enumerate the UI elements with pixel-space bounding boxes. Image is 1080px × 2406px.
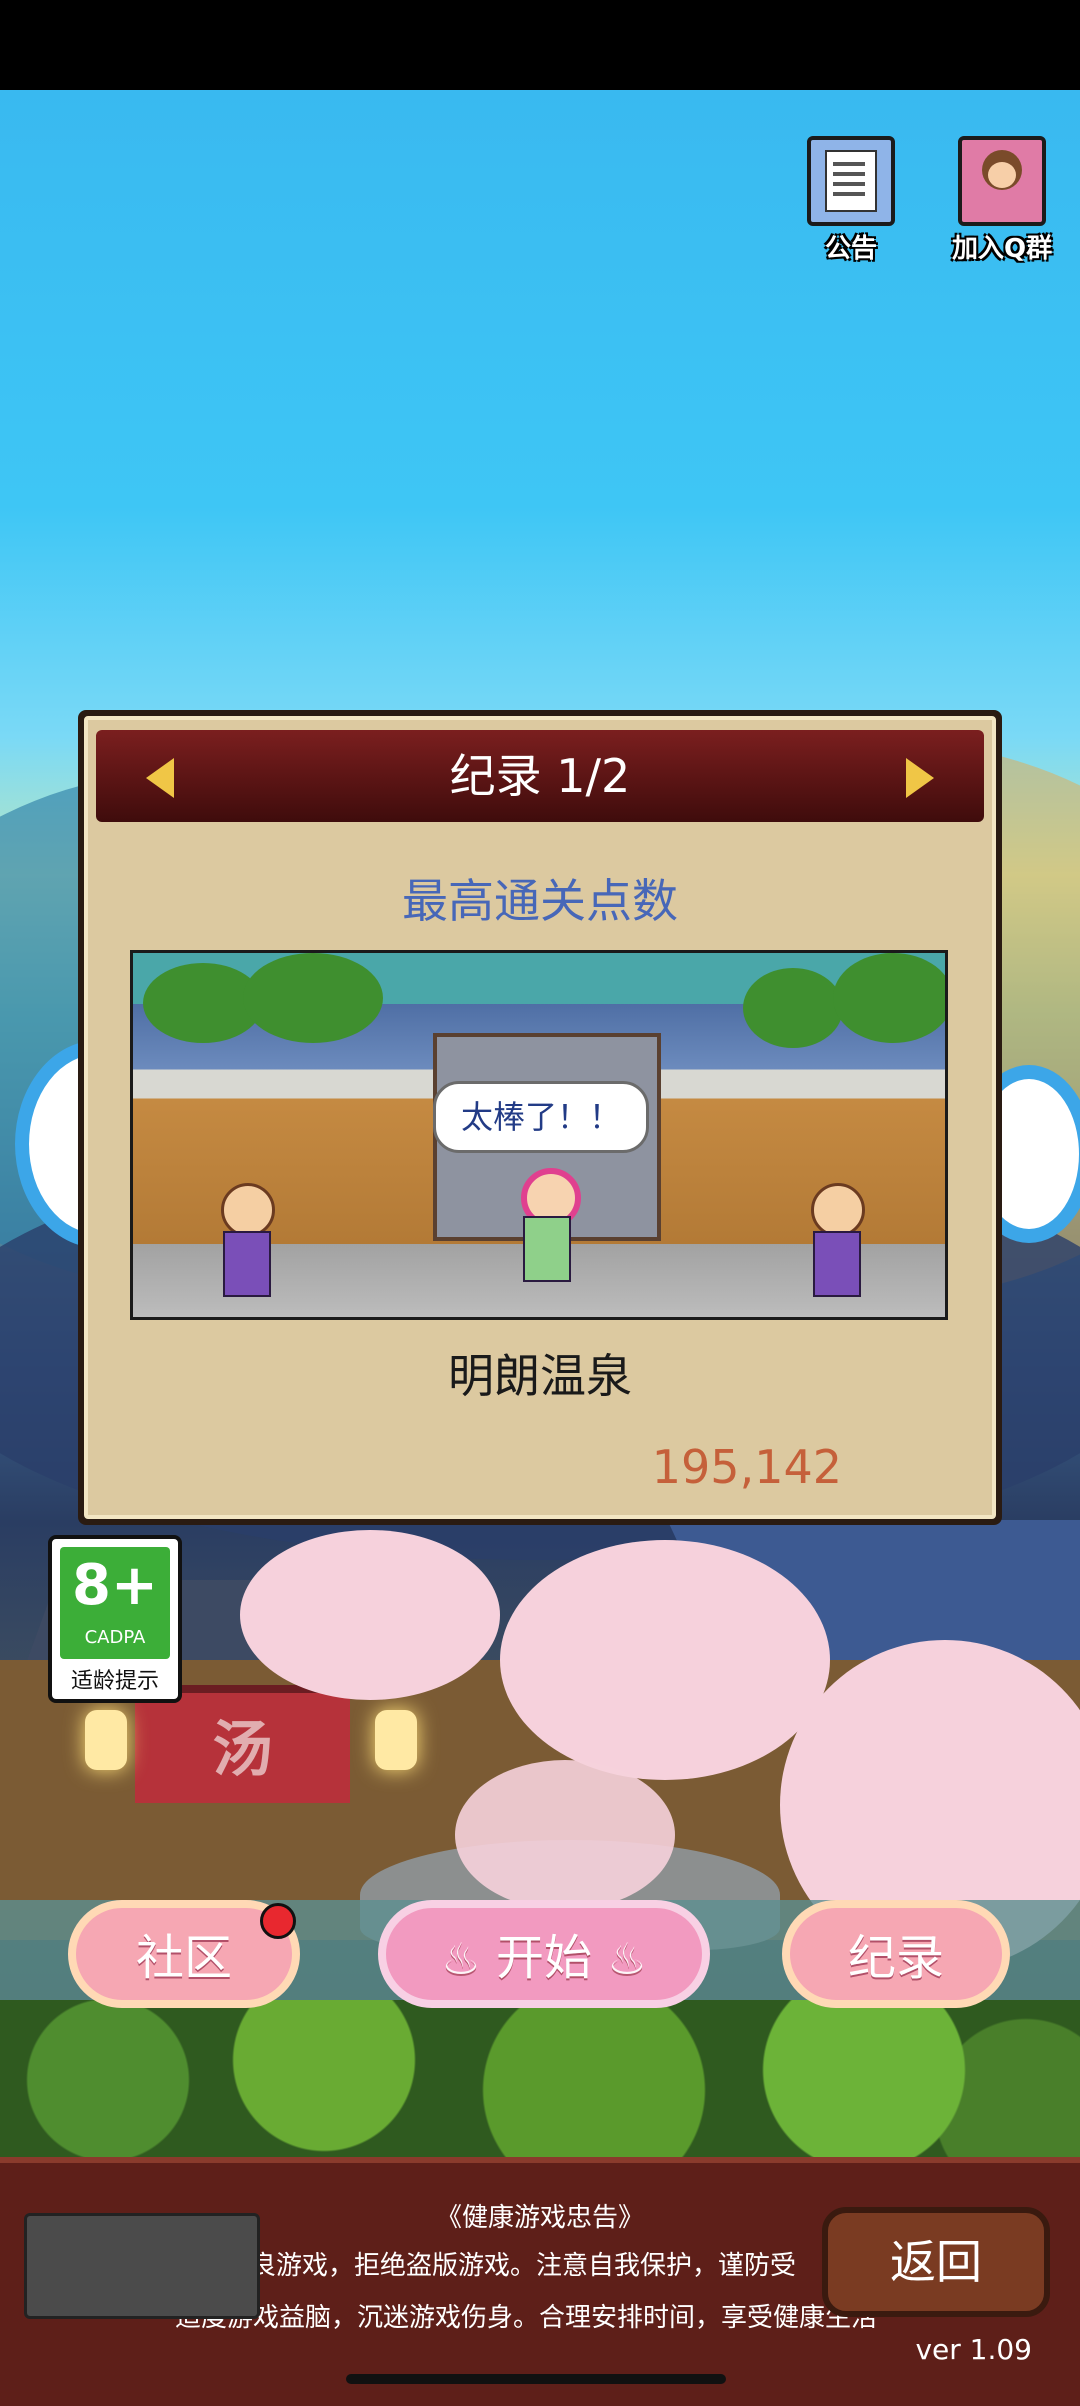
record-button[interactable]: 纪录 (782, 1900, 1010, 2008)
lantern (85, 1710, 127, 1770)
pine-tree (243, 953, 383, 1043)
cherry-blossom (500, 1540, 830, 1780)
start-button-label: 开始 (495, 1930, 592, 1986)
attendant-character (215, 1183, 275, 1303)
back-button[interactable]: 返回 (822, 2207, 1050, 2317)
record-dialog-header: 纪录 1/2 (96, 730, 984, 822)
community-button-label: 社区 (135, 1930, 232, 1986)
qq-group-button[interactable]: 加入Q群 (952, 136, 1052, 265)
notice-icon (807, 136, 895, 226)
steam-icon: ♨ (441, 1934, 481, 1985)
qq-group-label: 加入Q群 (952, 234, 1053, 264)
health-notice-panel: 《健康游戏忠告》 良游戏，拒绝盗版游戏。注意自我保护，谨防受 适度游戏益脑，沉迷… (0, 2157, 1080, 2406)
status-bar (0, 0, 1080, 90)
cherry-blossom (240, 1530, 500, 1700)
cherry-blossom (455, 1760, 675, 1910)
bunny-girl-character (515, 1168, 581, 1288)
lantern (375, 1710, 417, 1770)
notice-label: 公告 (824, 234, 877, 264)
noren-text: 汤 (212, 1715, 273, 1785)
record-dialog: 纪录 1/2 最高通关点数 太棒了！！ 明朗温泉 195,142 (78, 710, 1002, 1525)
pine-tree (743, 968, 843, 1048)
attendant-character (805, 1183, 865, 1303)
qq-group-icon (958, 136, 1046, 226)
notification-dot (260, 1903, 296, 1939)
health-notice-line: 良游戏，拒绝盗版游戏。注意自我保护，谨防受 (250, 2251, 797, 2281)
score-value: 195,142 (651, 1440, 842, 1494)
pine-tree (833, 953, 945, 1043)
age-rating-org: CADPA (84, 1627, 146, 1648)
notice-button[interactable]: 公告 (806, 136, 896, 265)
speech-bubble: 太棒了！！ (433, 1081, 649, 1153)
record-button-label: 纪录 (847, 1930, 944, 1986)
steam-icon: ♨ (607, 1934, 647, 1985)
record-dialog-body: 纪录 1/2 最高通关点数 太棒了！！ 明朗温泉 195,142 (84, 716, 996, 1519)
section-label: 最高通关点数 (402, 874, 678, 928)
home-indicator[interactable] (346, 2374, 726, 2384)
onsen-name: 明朗温泉 (448, 1349, 632, 1403)
onsen-preview-image: 太棒了！！ (130, 950, 948, 1320)
record-dialog-title: 纪录 1/2 (449, 749, 631, 803)
overlay-box (24, 2213, 260, 2319)
arrow-right-icon[interactable] (906, 758, 934, 798)
health-notice-line: 适度游戏益脑，沉迷游戏伤身。合理安排时间，享受健康生活 (175, 2303, 878, 2333)
age-rating-age: 8+ (72, 1553, 158, 1618)
version-label: ver 1.09 (915, 2333, 1032, 2366)
age-rating-box: 8+ CADPA (60, 1547, 170, 1659)
age-rating-tip: 适龄提示 (70, 1669, 159, 1694)
age-rating-badge[interactable]: 8+ CADPA 适龄提示 (48, 1535, 182, 1703)
start-button[interactable]: ♨ 开始 ♨ (378, 1900, 710, 2008)
